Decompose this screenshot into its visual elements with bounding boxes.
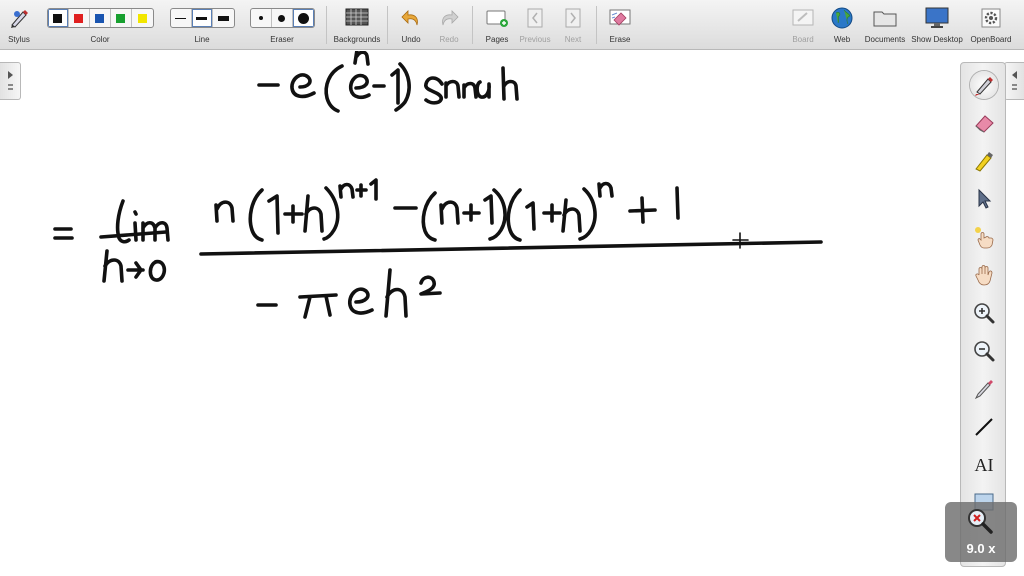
- openboard-menu-button[interactable]: OpenBoard: [970, 0, 1012, 50]
- eraser-tool-icon: [975, 115, 994, 133]
- pen-tool-icon: [975, 77, 993, 96]
- color-swatch-group: [46, 8, 154, 28]
- whiteboard-canvas[interactable]: [0, 51, 1024, 576]
- zoom-level-text: 9.0 x: [966, 541, 996, 556]
- pointer-icon: [978, 188, 992, 209]
- previous-page-icon: [525, 6, 545, 30]
- undo-icon: [400, 6, 422, 30]
- color-swatch-red[interactable]: [69, 9, 90, 27]
- hand-icon: [975, 265, 993, 286]
- line-tool-button[interactable]: [970, 413, 998, 441]
- globe-icon: [830, 6, 854, 30]
- eraser-small-button[interactable]: [251, 9, 272, 27]
- zoom-in-icon: [974, 303, 995, 324]
- erase-board-icon: [608, 6, 632, 30]
- backgrounds-grid-icon: [345, 6, 369, 30]
- laser-pointer-icon: [975, 227, 994, 249]
- color-swatch-blue[interactable]: [90, 9, 111, 27]
- eraser-size-selector: Eraser: [248, 0, 316, 50]
- line-thin-button[interactable]: [171, 9, 192, 27]
- redo-icon: [438, 6, 460, 30]
- backgrounds-button[interactable]: Backgrounds: [332, 0, 382, 50]
- highlighter-icon: [975, 152, 993, 172]
- documents-label: Documents: [864, 35, 906, 44]
- show-desktop-label: Show Desktop: [911, 35, 963, 44]
- color-selector: Color: [44, 0, 156, 50]
- undo-button[interactable]: Undo: [396, 0, 426, 50]
- next-page-button[interactable]: Next: [558, 0, 588, 50]
- board-icon: [791, 6, 815, 30]
- eraser-label: Eraser: [270, 35, 294, 44]
- line-width-selector: Line: [168, 0, 236, 50]
- stylus-button[interactable]: Stylus: [4, 0, 34, 50]
- gear-icon: [980, 6, 1002, 30]
- marker-tool-button[interactable]: [970, 375, 998, 403]
- marker-icon: [974, 380, 993, 400]
- line-medium-button[interactable]: [191, 9, 213, 27]
- zoom-in-tool-button[interactable]: [970, 299, 998, 327]
- laser-pointer-tool-button[interactable]: [970, 223, 998, 251]
- redo-label: Redo: [439, 35, 459, 44]
- pointer-tool-button[interactable]: [970, 185, 998, 213]
- backgrounds-label: Backgrounds: [333, 35, 381, 44]
- board-button[interactable]: Board: [788, 0, 818, 50]
- next-label: Next: [564, 35, 582, 44]
- monitor-icon: [924, 6, 950, 30]
- folder-icon: [872, 6, 898, 30]
- previous-label: Previous: [519, 35, 551, 44]
- add-page-icon: [485, 6, 509, 30]
- main-toolbar: Stylus Color Line Eraser Backgrounds Und…: [0, 0, 1024, 50]
- zoom-indicator: 9.0 x: [945, 502, 1017, 562]
- next-page-icon: [563, 6, 583, 30]
- color-swatch-black[interactable]: [47, 9, 69, 27]
- highlighter-tool-button[interactable]: [970, 147, 998, 175]
- previous-page-button[interactable]: Previous: [518, 0, 552, 50]
- redo-button[interactable]: Redo: [434, 0, 464, 50]
- pages-button[interactable]: Pages: [482, 0, 512, 50]
- web-button[interactable]: Web: [827, 0, 857, 50]
- line-thick-button[interactable]: [213, 9, 234, 27]
- eraser-tool-button[interactable]: [970, 109, 998, 137]
- zoom-out-icon: [974, 341, 995, 362]
- zoom-out-tool-button[interactable]: [970, 337, 998, 365]
- handwritten-math: [53, 51, 823, 319]
- color-swatch-yellow[interactable]: [132, 9, 153, 27]
- line-label: Line: [194, 35, 210, 44]
- stylus-label: Stylus: [8, 35, 30, 44]
- pages-label: Pages: [485, 35, 509, 44]
- text-tool-button[interactable]: AI: [970, 451, 998, 479]
- hand-tool-button[interactable]: [970, 261, 998, 289]
- eraser-medium-button[interactable]: [272, 9, 293, 27]
- text-tool-icon: AI: [974, 454, 994, 475]
- color-swatch-green[interactable]: [111, 9, 132, 27]
- pen-tool-button[interactable]: [970, 71, 998, 99]
- magnifier-icon: [968, 509, 993, 534]
- show-desktop-button[interactable]: Show Desktop: [911, 0, 963, 50]
- line-tool-icon: [975, 418, 993, 436]
- documents-button[interactable]: Documents: [864, 0, 906, 50]
- web-label: Web: [833, 35, 851, 44]
- tool-palette: AI: [960, 62, 1006, 567]
- stylus-icon: [8, 6, 30, 30]
- openboard-label: OpenBoard: [970, 35, 1012, 44]
- eraser-large-button[interactable]: [292, 9, 314, 27]
- erase-button[interactable]: Erase: [605, 0, 635, 50]
- undo-label: Undo: [401, 35, 421, 44]
- board-label: Board: [792, 35, 814, 44]
- color-label: Color: [90, 35, 110, 44]
- erase-label: Erase: [609, 35, 631, 44]
